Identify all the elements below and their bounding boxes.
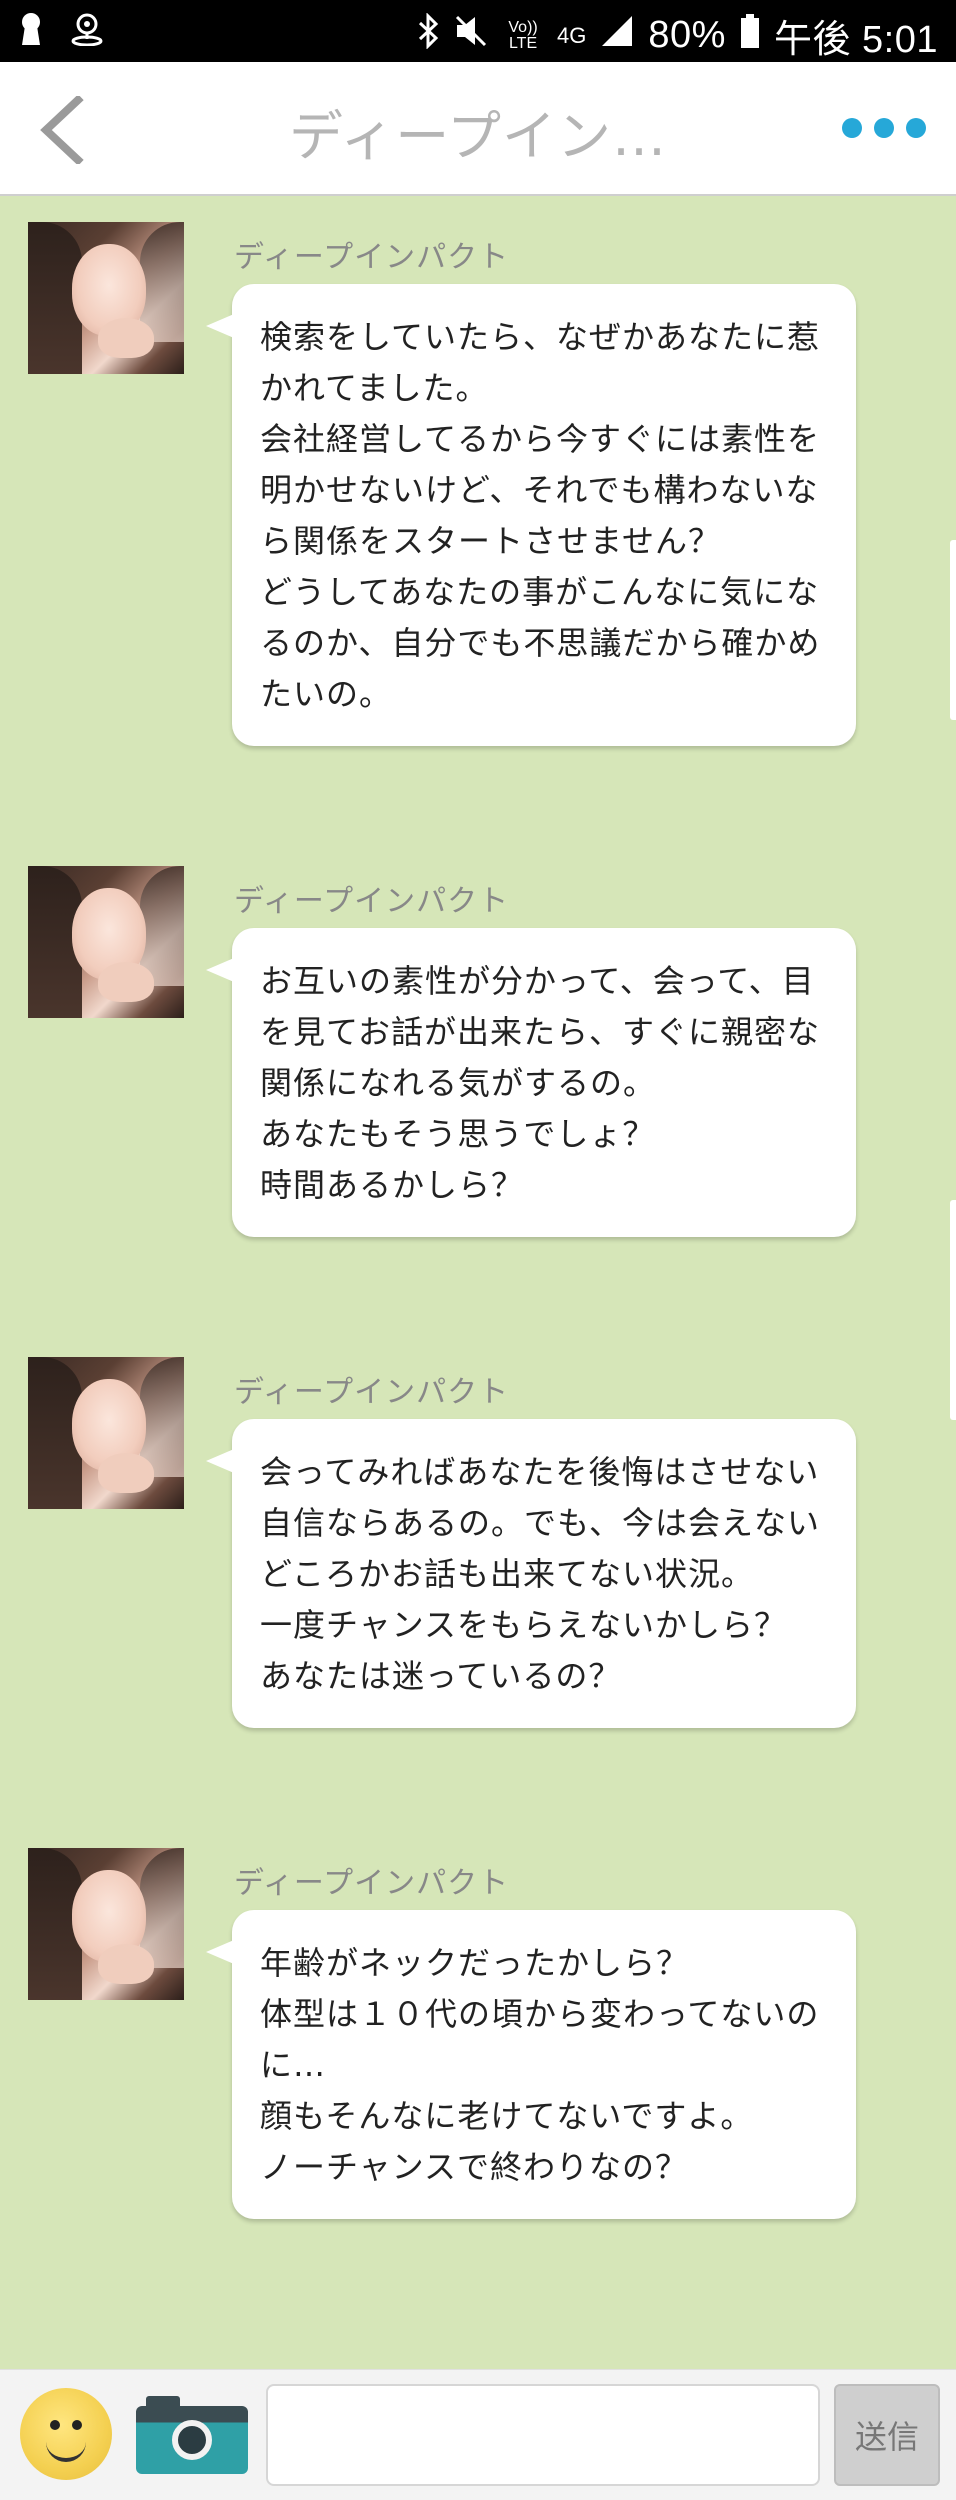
bluetooth-icon bbox=[417, 12, 439, 58]
message-line: どころかお話も出来てない状況。 bbox=[260, 1555, 755, 1593]
message-line: 会ってみればあなたを後悔はさせない bbox=[260, 1453, 820, 1491]
sender-name: ディープインパクト bbox=[234, 240, 510, 275]
keyhole-icon bbox=[18, 12, 44, 50]
message-bubble: 会ってみればあなたを後悔はさせない 自信ならあるの。でも、今は会えない どころか… bbox=[206, 1419, 856, 1728]
message-line: 体型は１０代の頃から変わってないの bbox=[260, 1995, 820, 2033]
scroll-indicator bbox=[950, 1200, 956, 1420]
sender-name: ディープインパクト bbox=[234, 1866, 510, 1901]
signal-icon bbox=[600, 14, 634, 57]
back-button[interactable] bbox=[34, 94, 94, 166]
camera-icon[interactable] bbox=[136, 2396, 248, 2474]
chat-title: ディープイン… bbox=[289, 105, 667, 168]
message-line: 時間あるかしら？ bbox=[260, 1166, 525, 1204]
message-input[interactable] bbox=[266, 2384, 820, 2486]
message-item: ディープインパクト 会ってみればあなたを後悔はさせない 自信ならあるの。でも、今… bbox=[0, 1357, 956, 1737]
network-label: 4G bbox=[557, 22, 587, 48]
message-line: 年齢がネックだったかしら？ bbox=[260, 1944, 690, 1982]
avatar[interactable] bbox=[28, 866, 184, 1018]
scroll-indicator[interactable] bbox=[950, 540, 956, 720]
message-line: ら関係をスタートさせません？ bbox=[260, 522, 722, 560]
chat-header: ディープイン… bbox=[0, 62, 956, 196]
sender-name: ディープインパクト bbox=[234, 1375, 510, 1410]
volte-label: Vo)) LTE bbox=[508, 18, 538, 52]
status-bar: Vo)) LTE 4G 80% 午後 5:01 bbox=[0, 0, 956, 62]
message-line: 顔もそんなに老けてないですよ。 bbox=[260, 2097, 754, 2135]
avatar[interactable] bbox=[28, 222, 184, 374]
battery-icon bbox=[740, 14, 760, 57]
message-bubble: 検索をしていたら、なぜかあなたに惹 かれてました。 会社経営してるから今すぐには… bbox=[206, 284, 856, 746]
message-line: お互いの素性が分かって、会って、目 bbox=[260, 962, 815, 1000]
message-item: ディープインパクト 検索をしていたら、なぜかあなたに惹 かれてました。 会社経営… bbox=[0, 222, 956, 746]
message-item: ディープインパクト 年齢がネックだったかしら？ 体型は１０代の頃から変わってない… bbox=[0, 1848, 956, 2228]
message-line: 会社経営してるから今すぐには素性を bbox=[260, 420, 821, 458]
message-line: 関係になれる気がするの。 bbox=[260, 1064, 657, 1102]
location-icon bbox=[70, 12, 104, 50]
message-line: あなたもそう思うでしょ？ bbox=[260, 1115, 656, 1153]
battery-percent: 80% bbox=[648, 14, 726, 56]
message-line: あなたは迷っているの？ bbox=[260, 1657, 622, 1695]
message-item: ディープインパクト お互いの素性が分かって、会って、目 を見てお話が出来たら、す… bbox=[0, 866, 956, 1246]
clock: 午後 5:01 bbox=[773, 19, 938, 61]
message-line: 一度チャンスをもらえないかしら？ bbox=[260, 1606, 788, 1644]
message-line: 自信ならあるの。でも、今は会えない bbox=[260, 1504, 821, 1542]
smiley-icon[interactable] bbox=[20, 2388, 112, 2480]
message-line: に… bbox=[260, 2046, 327, 2084]
more-dots-icon bbox=[842, 118, 862, 138]
message-line: ノーチャンスで終わりなの？ bbox=[260, 2148, 689, 2186]
avatar[interactable] bbox=[28, 1357, 184, 1509]
mute-icon bbox=[453, 13, 489, 58]
avatar[interactable] bbox=[28, 1848, 184, 2000]
more-options-button[interactable] bbox=[842, 118, 926, 138]
message-line: どうしてあなたの事がこんなに気にな bbox=[260, 573, 820, 611]
message-bubble: お互いの素性が分かって、会って、目 を見てお話が出来たら、すぐに親密な 関係にな… bbox=[206, 928, 856, 1237]
message-line: を見てお話が出来たら、すぐに親密な bbox=[260, 1013, 821, 1051]
sender-name: ディープインパクト bbox=[234, 884, 510, 919]
message-bubble: 年齢がネックだったかしら？ 体型は１０代の頃から変わってないの に… 顔もそんな… bbox=[206, 1910, 856, 2219]
message-line: るのか、自分でも不思議だから確かめ bbox=[260, 624, 821, 662]
chevron-left-icon bbox=[40, 94, 84, 166]
message-line: かれてました。 bbox=[260, 369, 489, 407]
message-composer: 送信 bbox=[0, 2369, 956, 2500]
send-button[interactable]: 送信 bbox=[834, 2384, 940, 2486]
message-line: たいの。 bbox=[260, 675, 393, 713]
message-line: 検索をしていたら、なぜかあなたに惹 bbox=[260, 318, 821, 356]
message-line: 明かせないけど、それでも構わないな bbox=[260, 471, 819, 509]
